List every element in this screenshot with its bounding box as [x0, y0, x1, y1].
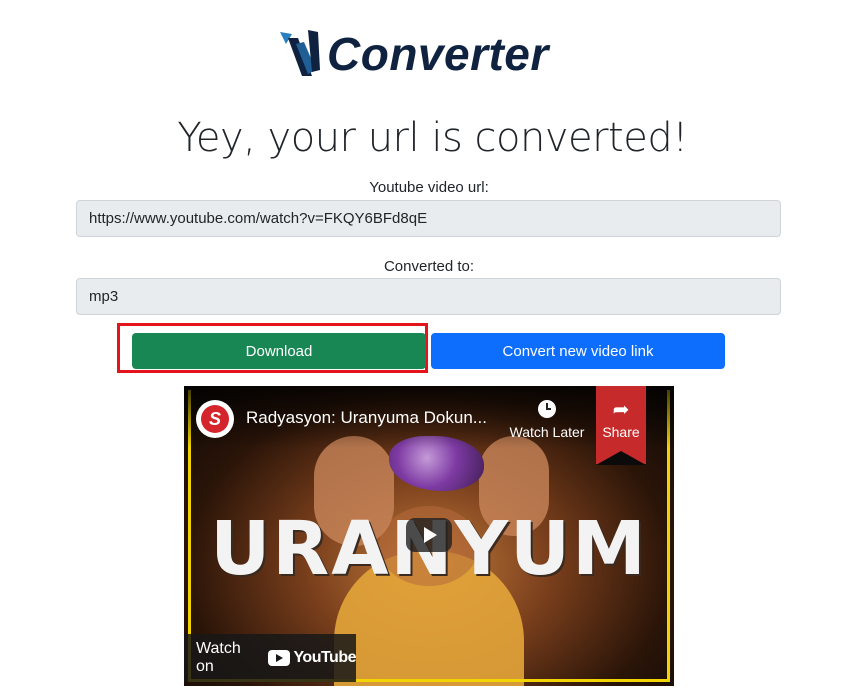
video-player[interactable]: URANYUM S Radyasyon: Uranyuma Dokun... W… — [184, 386, 674, 686]
channel-avatar[interactable]: S — [196, 400, 234, 438]
watch-on-youtube-button[interactable]: Watch on YouTube — [184, 634, 356, 682]
page-title: Yey, your url is converted! — [177, 115, 688, 161]
convert-new-button[interactable]: Convert new video link — [431, 333, 725, 369]
share-button[interactable]: ➦ Share — [598, 400, 644, 440]
share-label: Share — [602, 424, 640, 440]
download-button[interactable]: Download — [132, 333, 426, 369]
logo-text: Converter — [327, 28, 549, 80]
converter-logo-icon — [280, 30, 320, 76]
play-button-icon[interactable] — [406, 518, 452, 552]
youtube-play-icon — [268, 650, 291, 666]
channel-avatar-initial: S — [201, 405, 229, 433]
url-field[interactable] — [76, 200, 781, 237]
url-label: Youtube video url: — [369, 179, 489, 196]
logo: Converter — [272, 24, 572, 80]
youtube-wordmark: YouTube — [293, 649, 356, 666]
format-field[interactable] — [76, 278, 781, 315]
format-label: Converted to: — [383, 258, 475, 275]
video-title[interactable]: Radyasyon: Uranyuma Dokun... — [246, 406, 487, 430]
watch-on-label: Watch on — [196, 640, 241, 675]
clock-icon — [538, 400, 556, 418]
share-icon: ➦ — [612, 399, 630, 421]
watch-later-label: Watch Later — [509, 424, 585, 440]
watch-later-button[interactable]: Watch Later — [506, 400, 588, 440]
youtube-logo: YouTube — [268, 649, 356, 667]
